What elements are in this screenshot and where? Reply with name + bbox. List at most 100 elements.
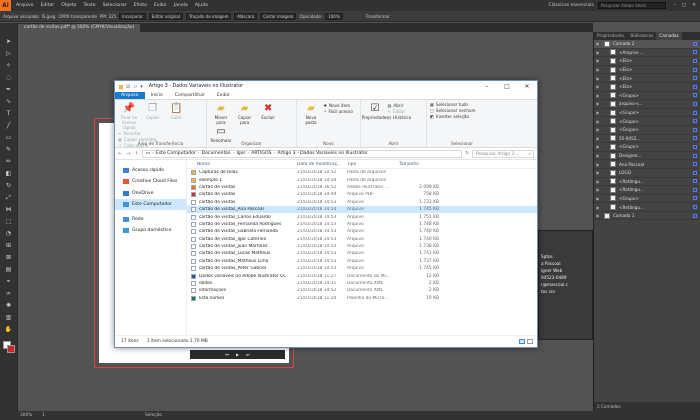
layer-row[interactable]: ◉ <Grupo> [594,109,700,118]
properties-button[interactable]: ☑ Propriedades [362,102,389,120]
pin-quick-access-button[interactable]: 📌 Fixar no Acesso rápido [118,102,140,130]
layer-row[interactable]: ◉ Camada 1 [594,212,700,221]
panel-tab[interactable]: Camadas [656,32,682,40]
lasso-icon[interactable]: ◌ [4,73,13,82]
menu-item[interactable]: Texto [83,3,95,8]
target-marker-icon[interactable] [693,153,697,158]
properties-icon[interactable]: ☑ [126,84,130,90]
visibility-eye-icon[interactable]: ◉ [594,58,601,63]
target-marker-icon[interactable] [693,144,697,149]
visibility-eye-icon[interactable]: ◉ [594,205,601,210]
copy-to-button[interactable]: ▰ Copiar para [234,102,256,125]
new-folder-button[interactable]: ▰ Nova pasta [300,102,322,125]
nav-item[interactable]: Grupo doméstico [115,225,186,236]
large-icons-view-icon[interactable] [527,339,533,344]
target-marker-icon[interactable] [693,110,697,115]
selection-tool-icon[interactable]: ➤ [4,37,13,46]
delete-button[interactable]: ✖ Excluir [257,102,279,120]
file-row[interactable]: informações 21/03/2018 14:52 Documento XML… [187,287,537,294]
menu-item[interactable]: Objeto [61,3,76,8]
graph-icon[interactable]: ▥ [4,313,13,322]
ribbon-tab[interactable]: Arquivo [115,92,145,99]
invert-selection-button[interactable]: ◩ Inverter seleção [430,114,494,120]
layer-row[interactable]: ◉ <Elo> [594,83,700,92]
linked-filename[interactable]: lS.jpeg [42,14,56,19]
visibility-eye-icon[interactable]: ◉ [594,144,601,149]
eyedropper-icon[interactable]: ⌖ [4,277,13,286]
folder-search-input[interactable]: Pesquisar Artigo 3 ... ⌕ [472,149,534,158]
transform-button[interactable]: Transformar [366,14,390,19]
file-row[interactable]: Capturas de telas 21/03/2018 14:52 Pasta d… [187,169,537,176]
target-marker-icon[interactable] [693,162,697,167]
visibility-eye-icon[interactable]: ◉ [594,187,601,192]
gradient-icon[interactable]: ▤ [4,265,13,274]
pen-tool-icon[interactable]: ✒ [4,85,13,94]
breadcrumb-item[interactable]: Documentos [202,151,231,156]
target-marker-icon[interactable] [693,136,697,141]
visibility-eye-icon[interactable]: ◉ [594,213,601,218]
copy-button[interactable]: ❐ Copiar [142,102,164,120]
history-button[interactable]: ◷ Histórico [388,115,412,121]
embed-button[interactable]: Incorporar [119,12,146,20]
layer-row[interactable]: ◉ Ana Pascoal [594,160,700,169]
visibility-eye-icon[interactable]: ◉ [594,110,601,115]
ribbon-tab[interactable]: Exibir [211,92,236,99]
curvature-icon[interactable]: ∿ [4,97,13,106]
layer-row[interactable]: ◉ <Grupo> [594,117,700,126]
target-marker-icon[interactable] [693,213,697,218]
layer-row[interactable]: ◉ <Grupo> [594,195,700,204]
stroke-swatch[interactable] [7,345,15,353]
crop-image-button[interactable]: Cortar imagem [260,12,297,20]
paintbrush-icon[interactable]: ✎ [4,145,13,154]
visibility-eye-icon[interactable]: ◉ [594,76,601,81]
layer-row[interactable]: ◉ <Retângu... [594,186,700,195]
visibility-eye-icon[interactable]: ◉ [594,84,601,89]
file-row[interactable]: lista nomes 21/03/2018 11:20 Planilha do M… [187,295,537,302]
visibility-eye-icon[interactable]: ◉ [594,127,601,132]
up-icon[interactable]: ↑ [134,151,138,157]
visibility-eye-icon[interactable]: ◉ [594,50,601,55]
rectangle-tool-icon[interactable]: ▭ [4,133,13,142]
visibility-eye-icon[interactable]: ◉ [594,170,601,175]
nav-item[interactable]: Creative Cloud Files [115,176,186,187]
eraser-icon[interactable]: ◧ [4,169,13,178]
target-marker-icon[interactable] [693,101,697,106]
layer-row[interactable]: ◉ <Grupo> [594,126,700,135]
nav-item[interactable]: Este Computador [115,199,186,210]
breadcrumb-item[interactable]: Artigo 3 - Dados Variaveis no Illustrato… [277,151,367,156]
opacity-input[interactable]: 100% [325,12,343,20]
column-type[interactable]: Tipo [347,162,399,167]
ribbon-tab[interactable]: Compartilhar [169,92,211,99]
target-marker-icon[interactable] [693,119,697,124]
edit-original-button[interactable]: Editar original [148,12,183,20]
target-marker-icon[interactable] [693,205,697,210]
hand-icon[interactable]: ✋ [4,325,13,334]
breadcrumb-item[interactable]: Este Computador [156,151,196,156]
file-row[interactable]: Dados variaveis no Adobe Illustrator CC 2… [187,272,537,279]
minimize-icon[interactable]: – [674,3,676,8]
scale-icon[interactable]: ⤢ [4,193,13,202]
file-row[interactable]: cartão de visitas 21/03/2018 16:52 Adobe I… [187,184,537,191]
visibility-eye-icon[interactable]: ◉ [594,41,601,46]
previous-icon[interactable]: ⏮ [225,352,229,357]
play-icon[interactable]: ▶ [236,352,239,357]
panel-tab[interactable]: Bibliotecas [627,32,656,40]
layer-row[interactable]: ◉ <Grupo> [594,143,700,152]
layer-row[interactable]: ◉ LOGO [594,169,700,178]
perspective-icon[interactable]: ⊞ [4,241,13,250]
layer-row[interactable]: ◉ 55-9452... [594,135,700,144]
magic-wand-icon[interactable]: ✧ [4,61,13,70]
visibility-eye-icon[interactable]: ◉ [594,196,601,201]
maximize-icon[interactable]: □ [682,3,686,8]
menu-item[interactable]: Editar [41,3,55,8]
file-row[interactable]: cartão de visitas_Igor Caterino 21/03/201… [187,236,537,243]
menu-item[interactable]: Exibir [154,3,167,8]
layer-row[interactable]: ◉ Camada 2 [594,40,700,49]
menu-item[interactable]: Efeito [134,3,147,8]
artboard-navigator[interactable]: 1 [42,413,45,418]
menu-item[interactable]: Arquivo [16,3,34,8]
target-marker-icon[interactable] [693,50,697,55]
visibility-eye-icon[interactable]: ◉ [594,67,601,72]
target-marker-icon[interactable] [693,84,697,89]
file-row[interactable]: cartão de visitas 21/03/2018 14:49 Arquivo… [187,191,537,198]
